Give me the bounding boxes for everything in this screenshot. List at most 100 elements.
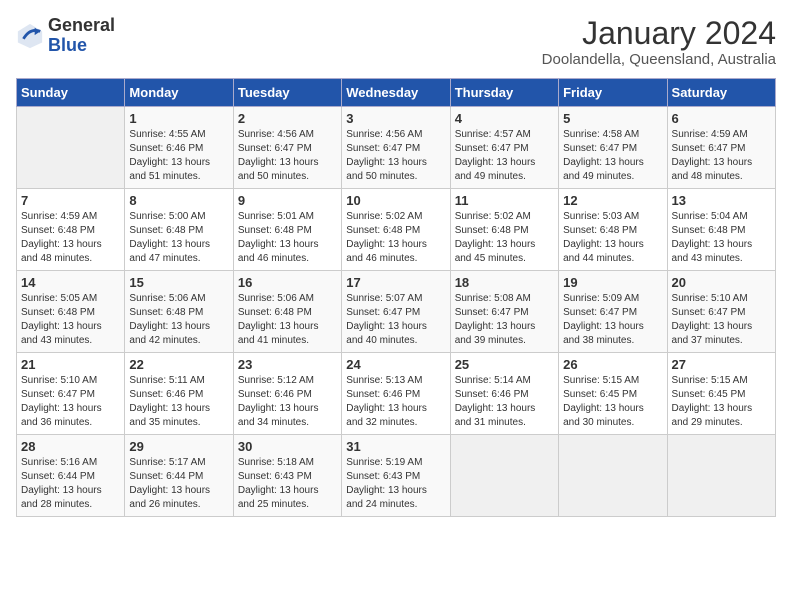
calendar-cell: 28 Sunrise: 5:16 AMSunset: 6:44 PMDayligh… [17, 435, 125, 517]
calendar-table: SundayMondayTuesdayWednesdayThursdayFrid… [16, 78, 776, 517]
header-day-tuesday: Tuesday [233, 79, 341, 107]
day-info: Sunrise: 5:17 AMSunset: 6:44 PMDaylight:… [129, 456, 228, 512]
day-number: 16 [238, 275, 337, 290]
day-info: Sunrise: 5:06 AMSunset: 6:48 PMDaylight:… [129, 292, 228, 348]
location-title: Doolandella, Queensland, Australia [542, 51, 776, 68]
day-number: 20 [672, 275, 771, 290]
title-area: January 2024 Doolandella, Queensland, Au… [542, 16, 776, 68]
day-number: 5 [563, 111, 662, 126]
day-info: Sunrise: 4:59 AMSunset: 6:47 PMDaylight:… [672, 128, 771, 184]
calendar-cell: 16 Sunrise: 5:06 AMSunset: 6:48 PMDayligh… [233, 271, 341, 353]
day-info: Sunrise: 5:05 AMSunset: 6:48 PMDaylight:… [21, 292, 120, 348]
week-row-2: 14 Sunrise: 5:05 AMSunset: 6:48 PMDayligh… [17, 271, 776, 353]
logo-blue: Blue [48, 35, 87, 55]
calendar-cell: 21 Sunrise: 5:10 AMSunset: 6:47 PMDayligh… [17, 353, 125, 435]
calendar-cell: 20 Sunrise: 5:10 AMSunset: 6:47 PMDayligh… [667, 271, 775, 353]
day-info: Sunrise: 5:16 AMSunset: 6:44 PMDaylight:… [21, 456, 120, 512]
day-number: 1 [129, 111, 228, 126]
day-number: 2 [238, 111, 337, 126]
header-day-thursday: Thursday [450, 79, 558, 107]
calendar-cell [17, 107, 125, 189]
week-row-0: 1Sunrise: 4:55 AMSunset: 6:46 PMDaylight… [17, 107, 776, 189]
week-row-1: 7Sunrise: 4:59 AMSunset: 6:48 PMDaylight… [17, 189, 776, 271]
day-info: Sunrise: 5:14 AMSunset: 6:46 PMDaylight:… [455, 374, 554, 430]
header-day-monday: Monday [125, 79, 233, 107]
day-info: Sunrise: 5:15 AMSunset: 6:45 PMDaylight:… [672, 374, 771, 430]
day-number: 25 [455, 357, 554, 372]
day-number: 28 [21, 439, 120, 454]
logo-icon [16, 22, 44, 50]
calendar-cell [559, 435, 667, 517]
calendar-cell: 3Sunrise: 4:56 AMSunset: 6:47 PMDaylight… [342, 107, 450, 189]
calendar-cell: 9 Sunrise: 5:01 AMSunset: 6:48 PMDaylight… [233, 189, 341, 271]
day-number: 19 [563, 275, 662, 290]
day-number: 4 [455, 111, 554, 126]
calendar-cell [450, 435, 558, 517]
calendar-cell: 10 Sunrise: 5:02 AMSunset: 6:48 PMDayligh… [342, 189, 450, 271]
calendar-cell: 8 Sunrise: 5:00 AMSunset: 6:48 PMDaylight… [125, 189, 233, 271]
header-day-friday: Friday [559, 79, 667, 107]
day-number: 21 [21, 357, 120, 372]
calendar-cell: 25 Sunrise: 5:14 AMSunset: 6:46 PMDayligh… [450, 353, 558, 435]
day-number: 9 [238, 193, 337, 208]
header-day-wednesday: Wednesday [342, 79, 450, 107]
calendar-cell: 29 Sunrise: 5:17 AMSunset: 6:44 PMDayligh… [125, 435, 233, 517]
day-info: Sunrise: 5:02 AMSunset: 6:48 PMDaylight:… [346, 210, 445, 266]
logo-general: General [48, 15, 115, 35]
day-info: Sunrise: 5:10 AMSunset: 6:47 PMDaylight:… [21, 374, 120, 430]
calendar-cell: 18 Sunrise: 5:08 AMSunset: 6:47 PMDayligh… [450, 271, 558, 353]
day-info: Sunrise: 5:09 AMSunset: 6:47 PMDaylight:… [563, 292, 662, 348]
day-number: 29 [129, 439, 228, 454]
logo-text: General Blue [48, 16, 115, 56]
day-info: Sunrise: 5:01 AMSunset: 6:48 PMDaylight:… [238, 210, 337, 266]
day-number: 14 [21, 275, 120, 290]
day-number: 13 [672, 193, 771, 208]
logo: General Blue [16, 16, 115, 56]
calendar-cell: 22 Sunrise: 5:11 AMSunset: 6:46 PMDayligh… [125, 353, 233, 435]
day-info: Sunrise: 5:18 AMSunset: 6:43 PMDaylight:… [238, 456, 337, 512]
day-number: 22 [129, 357, 228, 372]
calendar-cell: 4 Sunrise: 4:57 AMSunset: 6:47 PMDaylight… [450, 107, 558, 189]
calendar-cell: 27 Sunrise: 5:15 AMSunset: 6:45 PMDayligh… [667, 353, 775, 435]
calendar-cell: 13 Sunrise: 5:04 AMSunset: 6:48 PMDayligh… [667, 189, 775, 271]
calendar-cell: 24Sunrise: 5:13 AMSunset: 6:46 PMDayligh… [342, 353, 450, 435]
calendar-cell: 26Sunrise: 5:15 AMSunset: 6:45 PMDayligh… [559, 353, 667, 435]
day-number: 8 [129, 193, 228, 208]
week-row-4: 28 Sunrise: 5:16 AMSunset: 6:44 PMDayligh… [17, 435, 776, 517]
day-number: 30 [238, 439, 337, 454]
day-info: Sunrise: 5:10 AMSunset: 6:47 PMDaylight:… [672, 292, 771, 348]
day-number: 15 [129, 275, 228, 290]
day-info: Sunrise: 5:19 AMSunset: 6:43 PMDaylight:… [346, 456, 445, 512]
day-info: Sunrise: 4:58 AMSunset: 6:47 PMDaylight:… [563, 128, 662, 184]
day-info: Sunrise: 5:06 AMSunset: 6:48 PMDaylight:… [238, 292, 337, 348]
day-info: Sunrise: 5:07 AMSunset: 6:47 PMDaylight:… [346, 292, 445, 348]
calendar-cell: 19 Sunrise: 5:09 AMSunset: 6:47 PMDayligh… [559, 271, 667, 353]
calendar-cell: 31 Sunrise: 5:19 AMSunset: 6:43 PMDayligh… [342, 435, 450, 517]
calendar-cell: 1Sunrise: 4:55 AMSunset: 6:46 PMDaylight… [125, 107, 233, 189]
day-number: 18 [455, 275, 554, 290]
day-number: 23 [238, 357, 337, 372]
day-info: Sunrise: 5:02 AMSunset: 6:48 PMDaylight:… [455, 210, 554, 266]
day-info: Sunrise: 4:57 AMSunset: 6:47 PMDaylight:… [455, 128, 554, 184]
calendar-cell: 14 Sunrise: 5:05 AMSunset: 6:48 PMDayligh… [17, 271, 125, 353]
calendar-cell [667, 435, 775, 517]
day-info: Sunrise: 4:59 AMSunset: 6:48 PMDaylight:… [21, 210, 120, 266]
day-number: 11 [455, 193, 554, 208]
calendar-cell: 15 Sunrise: 5:06 AMSunset: 6:48 PMDayligh… [125, 271, 233, 353]
day-info: Sunrise: 5:12 AMSunset: 6:46 PMDaylight:… [238, 374, 337, 430]
calendar-cell: 11 Sunrise: 5:02 AMSunset: 6:48 PMDayligh… [450, 189, 558, 271]
calendar-cell: 17Sunrise: 5:07 AMSunset: 6:47 PMDayligh… [342, 271, 450, 353]
day-info: Sunrise: 5:11 AMSunset: 6:46 PMDaylight:… [129, 374, 228, 430]
day-info: Sunrise: 4:56 AMSunset: 6:47 PMDaylight:… [238, 128, 337, 184]
day-info: Sunrise: 5:04 AMSunset: 6:48 PMDaylight:… [672, 210, 771, 266]
day-info: Sunrise: 4:56 AMSunset: 6:47 PMDaylight:… [346, 128, 445, 184]
week-row-3: 21 Sunrise: 5:10 AMSunset: 6:47 PMDayligh… [17, 353, 776, 435]
day-info: Sunrise: 5:08 AMSunset: 6:47 PMDaylight:… [455, 292, 554, 348]
day-number: 31 [346, 439, 445, 454]
day-number: 27 [672, 357, 771, 372]
calendar-cell: 5 Sunrise: 4:58 AMSunset: 6:47 PMDaylight… [559, 107, 667, 189]
day-number: 10 [346, 193, 445, 208]
day-info: Sunrise: 5:13 AMSunset: 6:46 PMDaylight:… [346, 374, 445, 430]
calendar-cell: 7Sunrise: 4:59 AMSunset: 6:48 PMDaylight… [17, 189, 125, 271]
day-info: Sunrise: 5:00 AMSunset: 6:48 PMDaylight:… [129, 210, 228, 266]
